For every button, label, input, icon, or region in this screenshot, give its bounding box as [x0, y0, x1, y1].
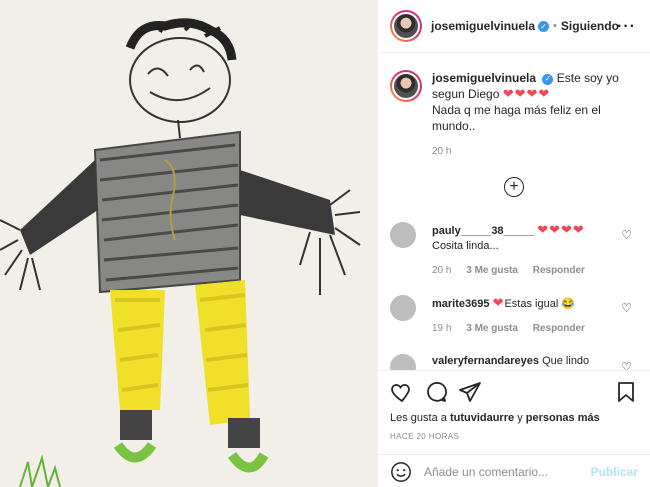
likes-connector: y: [517, 412, 523, 424]
comment-time[interactable]: 19 h: [432, 323, 451, 334]
caption-username[interactable]: josemiguelvinuela: [432, 71, 536, 85]
comment-likes[interactable]: 3 Me gusta: [466, 265, 518, 276]
publish-button[interactable]: Publicar: [591, 465, 638, 479]
instagram-post: josemiguelvinuela ✓ • Siguiendo ··· jose…: [0, 0, 650, 487]
post-actions: Les gusta a tutuvidaurre y personas más …: [378, 370, 650, 487]
heart-outline-icon[interactable]: ♡: [621, 228, 632, 242]
separator-dot: •: [553, 20, 557, 32]
comment-text: Cosita linda...: [432, 240, 499, 252]
comment-item: marite3695 ❤Estas igual 😂 19 h 3 Me gust…: [390, 295, 638, 336]
comment-likes[interactable]: 3 Me gusta: [466, 323, 518, 334]
reply-button[interactable]: Responder: [533, 323, 585, 334]
heart-outline-icon[interactable]: ♡: [621, 360, 632, 370]
like-heart-icon[interactable]: [390, 380, 414, 404]
bookmark-icon[interactable]: [614, 380, 638, 404]
share-paper-plane-icon[interactable]: [458, 380, 482, 404]
comment-bubble-icon[interactable]: [424, 380, 448, 404]
reply-button[interactable]: Responder: [533, 265, 585, 276]
post-header: josemiguelvinuela ✓ • Siguiendo ···: [378, 0, 650, 53]
likes-prefix: Les gusta a: [390, 412, 447, 424]
post-caption: josemiguelvinuela ✓ Este soy yo segun Di…: [390, 70, 638, 160]
comment-username[interactable]: valeryfernandareyes: [432, 355, 539, 367]
add-comment-bar: Publicar: [378, 454, 650, 487]
profile-avatar[interactable]: [390, 10, 422, 42]
verified-badge-icon: ✓: [538, 20, 550, 32]
likes-user[interactable]: tutuvidaurre: [450, 412, 514, 424]
following-button[interactable]: Siguiendo: [561, 19, 619, 33]
comment-username[interactable]: marite3695: [432, 298, 490, 310]
verified-badge-icon: ✓: [542, 73, 554, 85]
comment-username[interactable]: pauly_____38_____: [432, 225, 534, 237]
commenter-avatar[interactable]: [390, 354, 416, 370]
comment-time[interactable]: 20 h: [432, 265, 451, 276]
load-more-comments-icon[interactable]: +: [504, 177, 524, 197]
post-side-panel: josemiguelvinuela ✓ • Siguiendo ··· jose…: [377, 0, 650, 487]
post-image[interactable]: [0, 0, 377, 487]
child-drawing: [0, 0, 377, 487]
comment-hearts: ❤❤❤❤: [537, 222, 585, 237]
header-username[interactable]: josemiguelvinuela: [431, 19, 535, 33]
caption-avatar[interactable]: [390, 70, 422, 102]
comment-item: pauly_____38_____ ❤❤❤❤ Cosita linda... 2…: [390, 222, 638, 278]
comment-text: Estas igual 😂: [504, 298, 576, 310]
comment-item: valeryfernandareyes Que lindo ♡: [390, 354, 638, 370]
comments-section[interactable]: josemiguelvinuela ✓ Este soy yo segun Di…: [378, 54, 650, 370]
comment-hearts: ❤: [492, 295, 505, 310]
emoji-icon[interactable]: [390, 461, 412, 483]
post-timestamp[interactable]: HACE 20 HORAS: [378, 424, 650, 441]
comment-input[interactable]: [424, 464, 591, 479]
more-options-icon[interactable]: ···: [617, 18, 636, 36]
caption-text-2: Nada q me haga más feliz en el mundo..: [432, 103, 601, 133]
commenter-avatar[interactable]: [390, 295, 416, 321]
heart-outline-icon[interactable]: ♡: [621, 301, 632, 315]
likes-summary: Les gusta a tutuvidaurre y personas más: [378, 404, 650, 424]
comment-text: Que lindo: [542, 355, 590, 367]
likes-others[interactable]: personas más: [526, 412, 600, 424]
caption-hearts: ❤❤❤❤: [502, 86, 551, 101]
commenter-avatar[interactable]: [390, 222, 416, 248]
caption-time[interactable]: 20 h: [432, 144, 622, 160]
